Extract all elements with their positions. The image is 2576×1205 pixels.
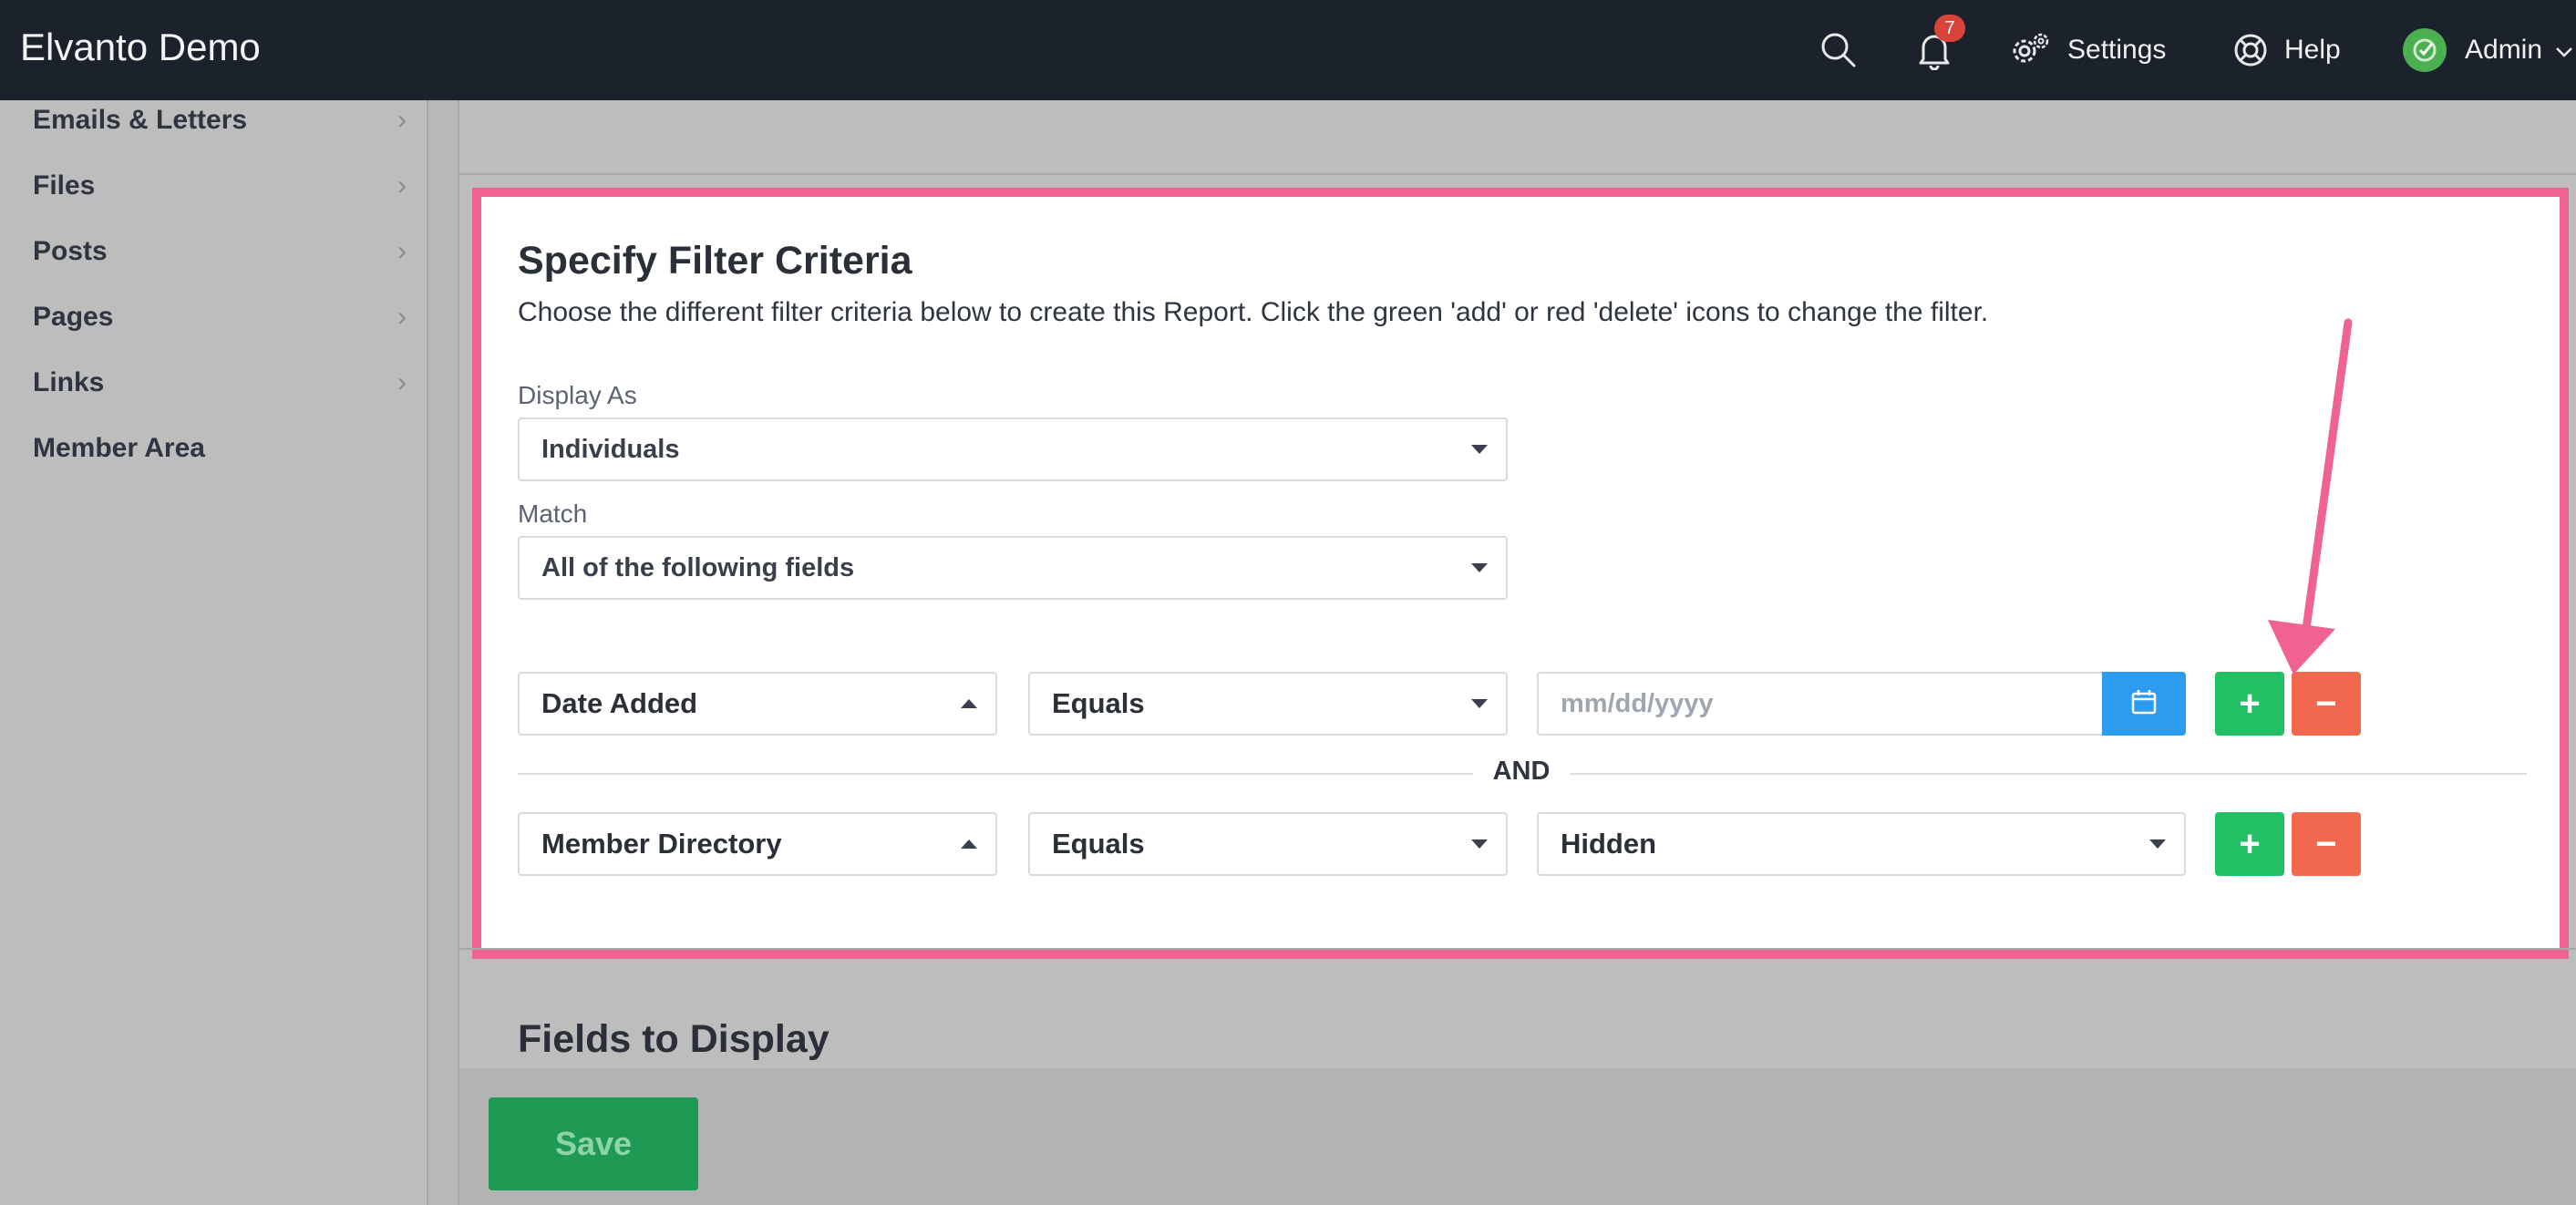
annotation-arrow [2268, 318, 2353, 675]
save-button[interactable]: Save [489, 1097, 698, 1190]
fields-to-display-title: Fields to Display [518, 1017, 829, 1061]
section-divider [459, 948, 2576, 950]
footer-bar [459, 1068, 2576, 1205]
